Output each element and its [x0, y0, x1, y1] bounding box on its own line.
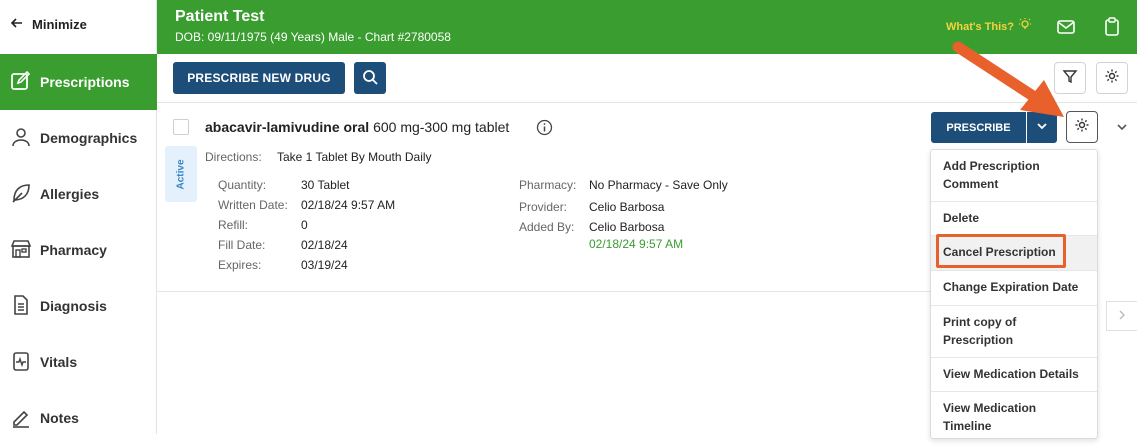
written-date-value: 02/18/24 9:57 AM [301, 198, 396, 212]
added-by-value: Celio Barbosa [589, 220, 665, 234]
status-badge: Active [165, 146, 197, 202]
written-date-label: Written Date: [218, 198, 288, 212]
gear-icon [1104, 68, 1120, 89]
sidebar-item-pharmacy[interactable]: Pharmacy [0, 222, 157, 278]
quantity-value: 30 Tablet [301, 178, 350, 192]
menu-item-change-expiration[interactable]: Change Expiration Date [931, 278, 1097, 296]
leaf-icon [10, 182, 32, 207]
sidebar-item-label: Diagnosis [40, 298, 107, 314]
store-icon [10, 238, 32, 263]
chevron-down-icon [1036, 119, 1048, 137]
arrow-left-icon [10, 16, 24, 33]
menu-item-view-timeline[interactable]: View Medication Timeline [931, 399, 1051, 435]
gear-icon [1074, 117, 1090, 138]
chevron-right-icon [1117, 307, 1127, 325]
minimize-label: Minimize [32, 17, 87, 32]
prescription-options-button[interactable] [1066, 111, 1098, 143]
pencil-icon [10, 406, 32, 431]
expires-label: Expires: [218, 258, 262, 272]
search-button[interactable] [354, 62, 386, 94]
mail-check-icon[interactable] [1055, 16, 1077, 38]
sidebar-item-prescriptions[interactable]: Prescriptions [0, 54, 157, 110]
document-icon [10, 294, 32, 319]
person-icon [10, 126, 32, 151]
whats-this-link[interactable]: What's This? [946, 18, 1032, 35]
minimize-button[interactable]: Minimize [10, 16, 87, 33]
row-divider [157, 291, 930, 292]
filter-icon [1062, 68, 1078, 89]
expand-row-chevron-icon[interactable] [1114, 119, 1130, 135]
sidebar-item-label: Pharmacy [40, 242, 107, 258]
quantity-label: Quantity: [218, 178, 267, 192]
sidebar-item-demographics[interactable]: Demographics [0, 110, 157, 166]
menu-divider [931, 357, 1097, 358]
edit-square-icon [10, 70, 32, 95]
next-page-button[interactable] [1106, 301, 1137, 331]
directions-label: Directions: [205, 150, 262, 164]
filter-button[interactable] [1054, 62, 1086, 94]
menu-divider [931, 201, 1097, 202]
menu-item-print-copy[interactable]: Print copy of Prescription [931, 313, 1051, 349]
sidebar-item-label: Prescriptions [40, 74, 130, 90]
menu-divider [931, 305, 1097, 306]
prescription-checkbox[interactable] [173, 119, 189, 135]
provider-value: Celio Barbosa [589, 200, 665, 214]
sidebar-item-vitals[interactable]: Vitals [0, 334, 157, 390]
whats-this-label: What's This? [946, 20, 1015, 33]
highlight-callout-box [936, 234, 1066, 268]
menu-item-add-comment[interactable]: Add Prescription Comment [931, 157, 1097, 193]
patient-meta: DOB: 09/11/1975 (49 Years) Male - Chart … [175, 30, 451, 44]
prescribe-dropdown-button[interactable] [1027, 112, 1057, 143]
clipboard-icon[interactable] [1101, 16, 1123, 38]
refill-label: Refill: [218, 218, 249, 232]
pharmacy-value: No Pharmacy - Save Only [589, 178, 728, 192]
sidebar-item-label: Notes [40, 410, 79, 426]
pharmacy-label: Pharmacy: [519, 178, 577, 192]
menu-divider [931, 391, 1097, 392]
added-date-value: 02/18/24 9:57 AM [589, 237, 684, 251]
provider-label: Provider: [519, 200, 568, 214]
patient-header: Patient Test DOB: 09/11/1975 (49 Years) … [157, 0, 1137, 54]
sidebar-item-allergies[interactable]: Allergies [0, 166, 157, 222]
divider [157, 102, 1137, 103]
search-icon [362, 69, 378, 88]
prescribe-new-drug-button[interactable]: PRESCRIBE NEW DRUG [173, 62, 345, 94]
expires-value: 03/19/24 [301, 258, 348, 272]
fill-date-label: Fill Date: [218, 238, 266, 252]
menu-divider [931, 270, 1097, 271]
refill-value: 0 [301, 218, 308, 232]
prescribe-button[interactable]: PRESCRIBE [931, 112, 1026, 143]
lightbulb-icon [1018, 18, 1032, 35]
status-label: Active [175, 158, 187, 190]
drug-title: abacavir-lamivudine oral 600 mg-300 mg t… [205, 119, 509, 135]
sidebar-item-label: Allergies [40, 186, 100, 202]
settings-button[interactable] [1096, 62, 1128, 94]
info-icon[interactable] [536, 119, 553, 136]
sidebar-item-diagnosis[interactable]: Diagnosis [0, 278, 157, 334]
drug-strength: 600 mg-300 mg tablet [369, 119, 510, 135]
directions-value: Take 1 Tablet By Mouth Daily [277, 150, 432, 164]
sidebar-item-label: Demographics [40, 130, 138, 146]
added-by-label: Added By: [519, 220, 575, 234]
clipboard-pulse-icon [10, 350, 32, 375]
menu-item-view-details[interactable]: View Medication Details [931, 365, 1097, 383]
sidebar: Minimize Prescriptions Demographics Alle… [0, 0, 157, 434]
sidebar-item-notes[interactable]: Notes [0, 390, 157, 446]
fill-date-value: 02/18/24 [301, 238, 348, 252]
drug-name: abacavir-lamivudine oral [205, 119, 370, 135]
sidebar-item-label: Vitals [40, 354, 78, 370]
menu-item-delete[interactable]: Delete [931, 209, 1097, 227]
patient-name: Patient Test [175, 8, 265, 25]
prescription-options-menu: Add Prescription Comment Delete Cancel P… [930, 149, 1098, 439]
